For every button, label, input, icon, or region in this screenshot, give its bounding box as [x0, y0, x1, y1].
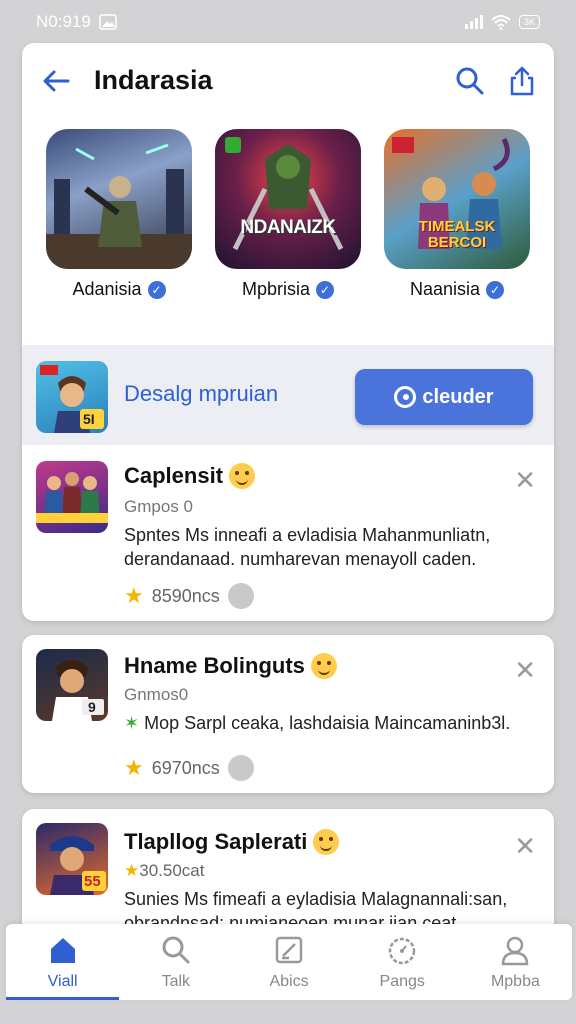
status-bar: N0:919 3K	[0, 0, 576, 44]
item-badge: 9	[88, 699, 96, 715]
item-title: Hname Bolinguts	[124, 653, 305, 678]
home-icon	[50, 938, 75, 963]
item-rating: 8590ncs	[151, 585, 220, 606]
dismiss-icon[interactable]: ✕	[514, 831, 536, 862]
item-rating: 6970ncs	[151, 757, 220, 778]
item-subtitle: Gmpos 0	[124, 497, 193, 516]
promo-button[interactable]: cleuder	[355, 369, 533, 425]
refresh-icon	[394, 386, 417, 408]
nav-label: Pangs	[379, 973, 425, 990]
share-icon[interactable]	[506, 65, 538, 97]
app-art-title: NDANAIZK	[240, 217, 336, 238]
header: Indarasia	[22, 43, 554, 119]
nav-item-home[interactable]: Viall	[6, 924, 120, 1000]
warrior-illustration	[225, 137, 344, 251]
item-title: Tlapllog Saplerati	[124, 829, 308, 854]
emoji-icon	[313, 829, 340, 855]
character-illustration	[52, 660, 104, 721]
bottom-nav: Viall Talk Abics Pangs Mpbba	[6, 924, 572, 1000]
star-icon: ★	[124, 861, 140, 880]
featured-app-1[interactable]: Adanisia ✓	[39, 129, 199, 300]
featured-apps: Adanisia ✓ NDANAIZK Mpbrisia ✓ TIMEALSK …	[22, 129, 554, 309]
dismiss-icon[interactable]: ✕	[514, 655, 536, 686]
verified-icon: ✓	[316, 280, 335, 299]
featured-app-name: Naanisia	[409, 279, 481, 299]
battery-icon: 3K	[518, 15, 540, 29]
app-art-title: TIMEALSK BERCOI	[418, 218, 496, 251]
emoji-icon	[310, 653, 337, 679]
verified-icon: ✓	[147, 280, 166, 299]
promo-text[interactable]: Desalg mpruian	[124, 381, 278, 407]
item-subtitle: 30.50cat	[139, 861, 205, 880]
featured-app-3[interactable]: TIMEALSK BERCOI Naanisia ✓	[377, 129, 537, 300]
list-item[interactable]: Caplensit Gmpos 0 Spntes Ms inneafi a ev…	[22, 445, 554, 621]
profile-icon	[502, 936, 529, 966]
status-time: N0:919	[36, 12, 91, 31]
dismiss-icon[interactable]: ✕	[514, 465, 536, 496]
page-title: Indarasia	[94, 65, 213, 95]
item-description: Spntes Ms inneafi a evladisia Mahanmunli…	[124, 525, 491, 569]
app-thumbnail	[36, 461, 108, 533]
app-thumbnail: 9	[36, 649, 108, 721]
app-art	[46, 129, 192, 269]
list-item[interactable]: 9 Hname Bolinguts Gnmos0 ✶ Mop Sarpl cea…	[22, 635, 554, 793]
nav-item-timer[interactable]: Pangs	[346, 924, 459, 1000]
item-subtitle: Gnmos0	[124, 685, 189, 704]
featured-app-name: Adanisia	[72, 279, 142, 299]
star-icon: ★	[124, 583, 144, 608]
app-art: NDANAIZK	[215, 129, 361, 269]
character-illustration	[40, 365, 104, 433]
app-thumbnail: 55	[36, 823, 108, 895]
signal-icon	[464, 15, 483, 29]
item-title: Caplensit	[124, 463, 224, 488]
gallery-icon	[99, 14, 117, 30]
emoji-icon	[229, 463, 256, 489]
nav-item-edit[interactable]: Abics	[232, 924, 345, 1000]
star-icon: ★	[124, 755, 144, 780]
nav-label: Viall	[47, 973, 78, 990]
item-description: Mop Sarpl ceaka, lashdaisia Maincamaninb…	[144, 713, 511, 733]
group-illustration	[36, 472, 108, 523]
app-art: TIMEALSK BERCOI	[384, 129, 530, 269]
edit-icon	[275, 936, 303, 964]
featured-app-2[interactable]: NDANAIZK Mpbrisia ✓	[208, 129, 368, 300]
media-icon	[227, 755, 254, 781]
sparkle-icon: ✶	[124, 713, 145, 733]
promo-button-label: cleuder	[422, 385, 494, 408]
wifi-icon	[491, 15, 511, 30]
verified-icon: ✓	[486, 280, 505, 299]
nav-item-profile[interactable]: Mpbba	[459, 924, 572, 1000]
timer-icon	[388, 937, 416, 965]
promo-banner: 5I Desalg mpruian cleuder	[22, 345, 554, 445]
promo-badge: 5I	[83, 411, 95, 427]
nav-label: Talk	[161, 973, 191, 990]
item-badge: 55	[84, 873, 101, 890]
soldier-illustration	[46, 143, 192, 269]
search-icon	[162, 936, 190, 964]
promo-thumbnail: 5I	[36, 361, 108, 433]
back-arrow-icon[interactable]	[40, 65, 72, 97]
nav-label: Mpbba	[490, 973, 540, 990]
featured-app-name: Mpbrisia	[241, 279, 311, 299]
media-icon	[227, 583, 254, 609]
main-card: Indarasia Adanisia ✓ NDANAIZK Mpbrisia ✓…	[22, 43, 554, 621]
nav-label: Abics	[269, 973, 309, 990]
search-icon[interactable]	[454, 65, 486, 97]
nav-item-search[interactable]: Talk	[119, 924, 232, 1000]
